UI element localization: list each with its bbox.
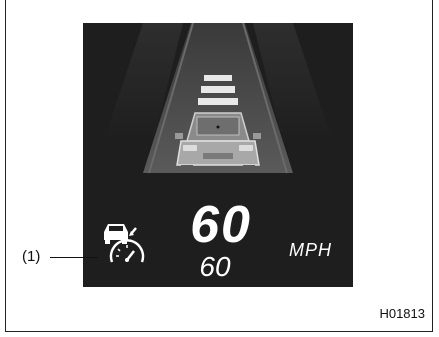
adaptive-cruise-control-icon — [104, 224, 145, 263]
meter-display: 60 60 MPH — [83, 23, 353, 287]
callout-leader-line — [50, 257, 98, 258]
distance-bar-3 — [198, 98, 238, 105]
figure-code: H01813 — [379, 306, 425, 321]
distance-bar-1 — [204, 75, 232, 81]
current-speed: 60 — [199, 251, 231, 282]
speed-unit: MPH — [289, 240, 332, 260]
callout-label: (1) — [22, 248, 41, 265]
set-speed: 60 — [190, 196, 252, 254]
distance-bar-2 — [201, 86, 235, 93]
